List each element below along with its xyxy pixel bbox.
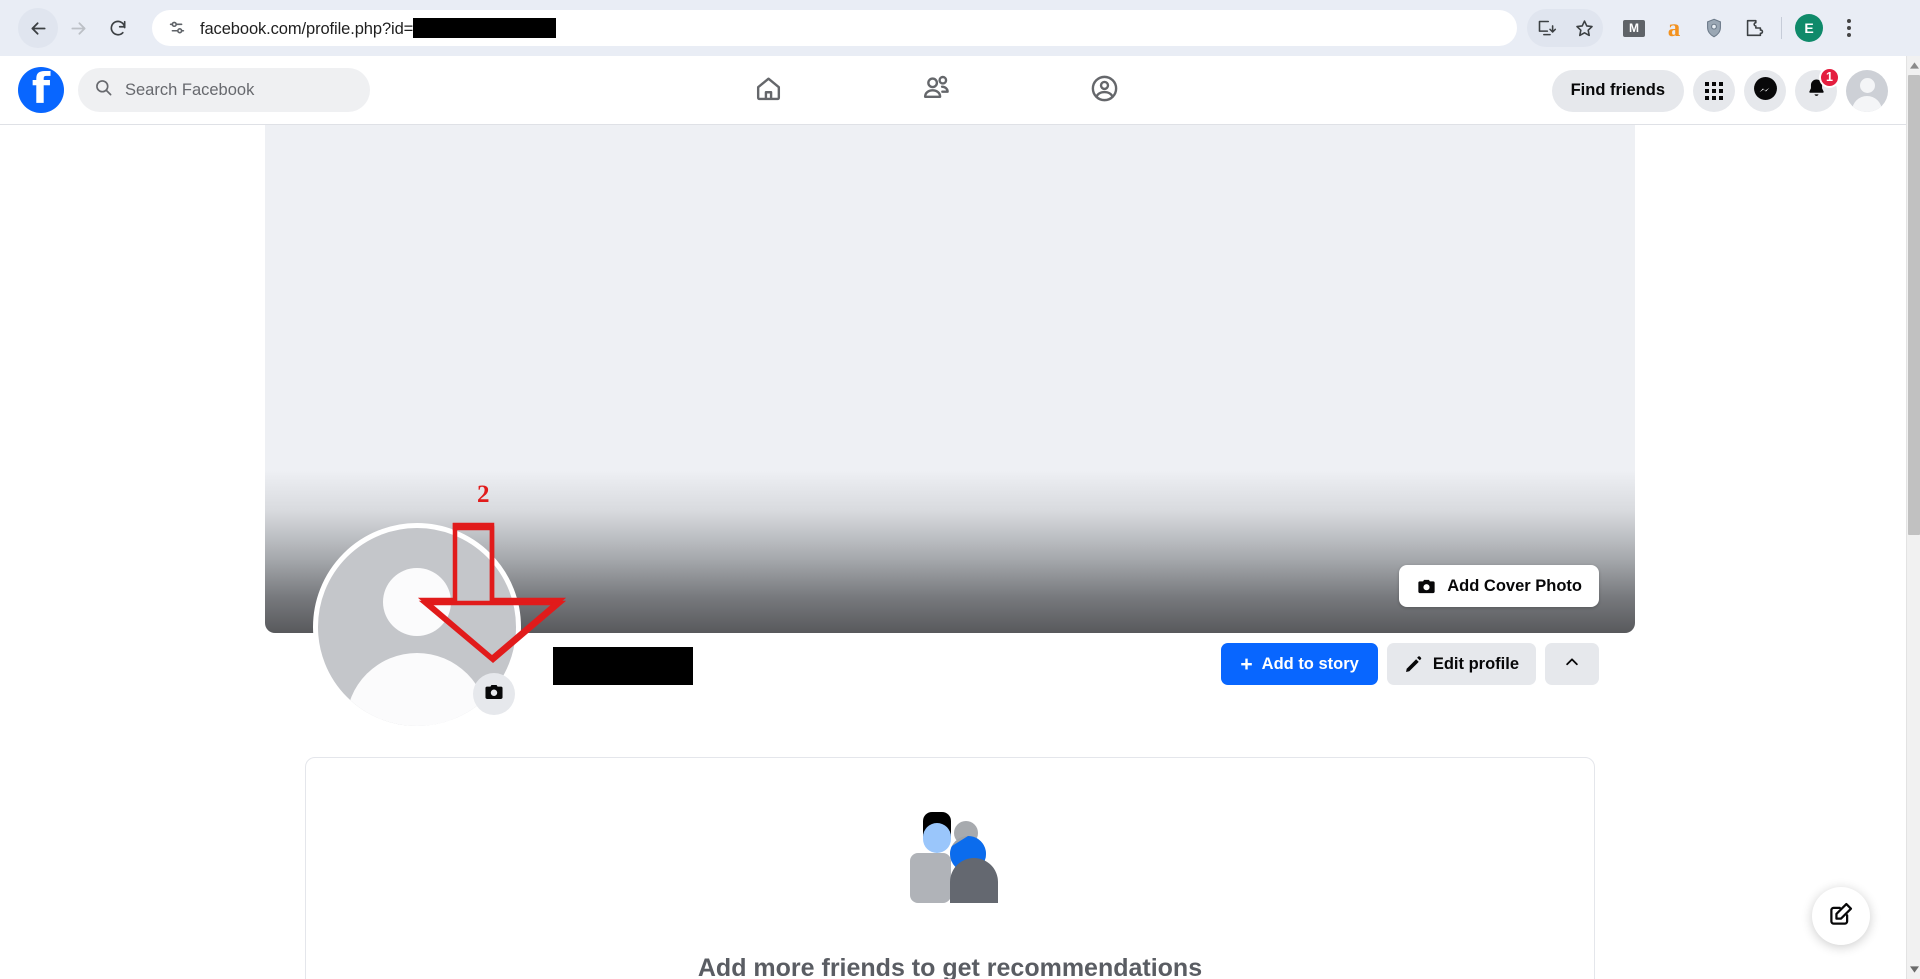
url-text: facebook.com/profile.php?id=	[200, 17, 557, 39]
browser-toolbar: facebook.com/profile.php?id= M a E	[0, 0, 1920, 56]
profile-photo-wrapper[interactable]	[313, 523, 521, 731]
amazon-extension-icon[interactable]: a	[1655, 9, 1693, 47]
page-scrollbar[interactable]	[1906, 56, 1920, 979]
profile-action-buttons: + Add to story Edit profile	[1221, 643, 1599, 685]
bookmark-star-icon[interactable]	[1565, 9, 1603, 47]
omnibox-actions-pill	[1527, 9, 1603, 47]
add-cover-photo-button[interactable]: Add Cover Photo	[1399, 565, 1599, 607]
camera-icon	[483, 681, 505, 708]
groups-icon	[1089, 73, 1120, 109]
pencil-icon	[1404, 655, 1423, 674]
find-friends-button[interactable]: Find friends	[1551, 69, 1684, 112]
browser-forward-button[interactable]	[58, 8, 98, 48]
camera-icon	[1416, 576, 1437, 597]
extensions-puzzle-icon[interactable]	[1735, 9, 1773, 47]
menu-grid-button[interactable]	[1693, 69, 1735, 112]
account-avatar[interactable]	[1846, 69, 1888, 112]
scrollbar-thumb[interactable]	[1908, 75, 1920, 535]
friend-recommendations-card: Add more friends to get recommendations …	[305, 757, 1595, 979]
chevron-up-icon	[1563, 653, 1581, 676]
friends-icon	[921, 73, 952, 109]
notifications-button[interactable]: 1	[1795, 66, 1840, 112]
two-people-illustration	[896, 810, 1004, 910]
shield-privacy-icon[interactable]	[1695, 9, 1733, 47]
scroll-down-arrow-icon[interactable]	[1907, 960, 1920, 979]
browser-reload-button[interactable]	[98, 8, 138, 48]
profile-more-button[interactable]	[1545, 643, 1599, 685]
compose-floating-button[interactable]	[1812, 887, 1870, 945]
facebook-primary-nav	[742, 56, 1130, 125]
add-to-story-button[interactable]: + Add to story	[1221, 643, 1378, 685]
url-redaction	[413, 17, 557, 38]
browser-back-button[interactable]	[18, 8, 58, 48]
facebook-header-actions: Find friends 1	[1551, 56, 1888, 125]
edit-profile-button[interactable]: Edit profile	[1386, 643, 1536, 685]
facebook-logo[interactable]	[18, 67, 64, 113]
search-placeholder: Search Facebook	[125, 80, 255, 99]
gmail-extension-icon[interactable]: M	[1615, 9, 1653, 47]
notification-badge: 1	[1819, 66, 1840, 88]
browser-profile-avatar[interactable]: E	[1790, 9, 1828, 47]
compose-edit-icon	[1828, 900, 1855, 932]
profile-header-row: + Add to story Edit profile	[313, 523, 1635, 753]
nav-groups[interactable]	[1078, 65, 1130, 117]
edit-profile-label: Edit profile	[1432, 654, 1519, 673]
add-cover-photo-label: Add Cover Photo	[1447, 576, 1582, 595]
home-icon	[753, 73, 784, 109]
nav-friends[interactable]	[910, 65, 962, 117]
install-app-icon[interactable]	[1527, 9, 1565, 47]
card-title: Add more friends to get recommendations	[697, 954, 1203, 979]
site-settings-icon[interactable]	[166, 17, 188, 39]
profile-name-redacted	[553, 647, 693, 685]
forward-arrow-icon	[68, 18, 89, 39]
nav-home[interactable]	[742, 65, 794, 117]
address-bar[interactable]: facebook.com/profile.php?id=	[152, 10, 1517, 46]
browser-actions: M a E	[1527, 9, 1868, 47]
add-to-story-label: Add to story	[1261, 654, 1359, 673]
profile-photo-camera-button[interactable]	[473, 673, 515, 715]
menu-grid-icon	[1705, 81, 1723, 100]
plus-icon: +	[1240, 652, 1253, 676]
messenger-icon	[1753, 76, 1778, 106]
scroll-up-arrow-icon[interactable]	[1907, 56, 1920, 75]
search-input[interactable]: Search Facebook	[78, 68, 370, 112]
profile-content-column: Add Cover Photo + Add to story Edit prof…	[265, 125, 1635, 979]
back-arrow-icon	[28, 18, 49, 39]
toolbar-divider	[1781, 17, 1782, 39]
profile-page: Add Cover Photo + Add to story Edit prof…	[0, 125, 1906, 979]
search-icon	[94, 78, 113, 102]
reload-icon	[108, 18, 128, 38]
three-dot-menu-icon[interactable]	[1830, 9, 1868, 47]
facebook-header: Search Facebook	[0, 56, 1906, 125]
messenger-button[interactable]	[1744, 69, 1786, 112]
